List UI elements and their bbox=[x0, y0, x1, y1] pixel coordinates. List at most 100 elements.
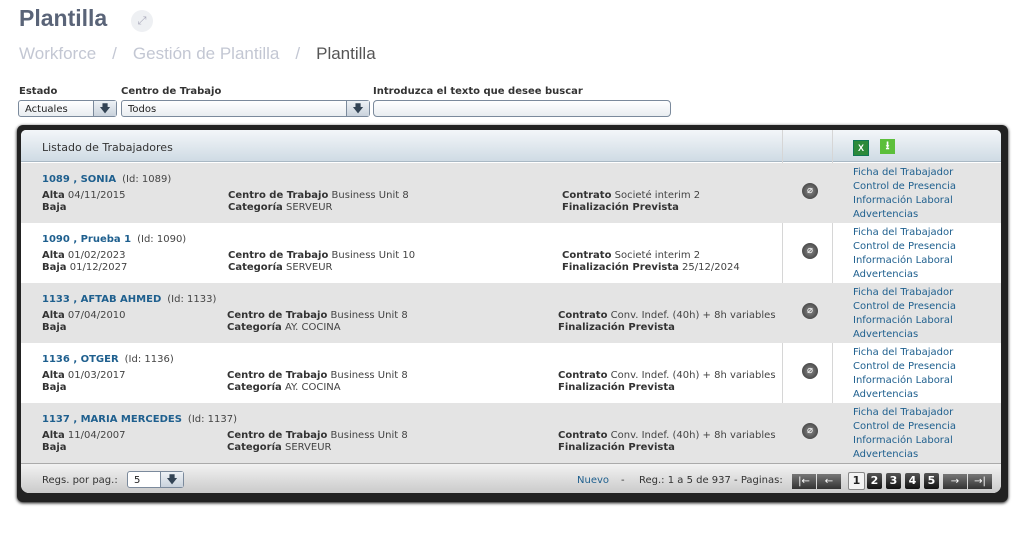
paperclip-icon[interactable]: ⌀ bbox=[802, 363, 818, 379]
page-1[interactable]: 1 bbox=[848, 472, 865, 490]
worker-id: (Id: 1133) bbox=[167, 294, 217, 305]
link-laboral[interactable]: Información Laboral bbox=[853, 314, 956, 328]
worker-id: (Id: 1089) bbox=[122, 174, 172, 185]
breadcrumb: Workforce / Gestión de Plantilla / Plantilla bbox=[19, 44, 376, 63]
alta-field: Alta 01/03/2017 bbox=[42, 370, 126, 381]
centro-value: Todos bbox=[128, 104, 157, 115]
download-icon[interactable]: ⭳ bbox=[880, 139, 895, 154]
link-advertencias[interactable]: Advertencias bbox=[853, 388, 956, 402]
baja-field: Baja bbox=[42, 322, 67, 333]
per-page-select[interactable]: 5 🡇 bbox=[127, 471, 184, 488]
link-advertencias[interactable]: Advertencias bbox=[853, 268, 956, 282]
centro-field: Centro de Trabajo Business Unit 10 bbox=[228, 250, 416, 261]
worker-name[interactable]: 1090 , Prueba 1 (Id: 1090) bbox=[42, 234, 186, 245]
excel-export-icon[interactable]: X bbox=[853, 140, 869, 156]
worker-id: (Id: 1137) bbox=[187, 414, 238, 425]
estado-label: Estado bbox=[19, 86, 58, 97]
table-row: 1089 , SONIA (Id: 1089) Alta 04/11/2015 B… bbox=[21, 163, 1001, 223]
worker-name-text[interactable]: 1137 , MARIA MERCEDES bbox=[42, 414, 182, 425]
centro-label: Centro de Trabajo bbox=[121, 86, 222, 97]
alta-field: Alta 11/04/2007 bbox=[42, 430, 126, 441]
link-presencia[interactable]: Control de Presencia bbox=[853, 180, 956, 194]
link-presencia[interactable]: Control de Presencia bbox=[853, 240, 956, 254]
link-advertencias[interactable]: Advertencias bbox=[853, 208, 956, 222]
chevron-down-icon[interactable]: 🡇 bbox=[160, 472, 183, 487]
link-laboral[interactable]: Información Laboral bbox=[853, 374, 956, 388]
worker-name[interactable]: 1133 , AFTAB AHMED (Id: 1133) bbox=[42, 294, 216, 305]
link-laboral[interactable]: Información Laboral bbox=[853, 194, 956, 208]
next-page-icon[interactable]: → bbox=[943, 474, 967, 489]
separator: - bbox=[621, 475, 625, 486]
categoria-field: Categoría AY. COCINA bbox=[227, 322, 341, 333]
link-ficha[interactable]: Ficha del Trabajador bbox=[853, 226, 956, 240]
centro-select[interactable]: Todos 🡇 bbox=[121, 100, 370, 117]
worker-name-text[interactable]: 1136 , OTGER bbox=[42, 354, 119, 365]
contrato-field: Contrato Conv. Indef. (40h) + 8h variabl… bbox=[558, 370, 776, 381]
worker-name-text[interactable]: 1090 , Prueba 1 bbox=[42, 234, 131, 245]
categoria-field: Categoría AY. COCINA bbox=[227, 382, 341, 393]
categoria-field: Categoría SERVEUR bbox=[227, 442, 332, 453]
worker-name-text[interactable]: 1133 , AFTAB AHMED bbox=[42, 294, 161, 305]
centro-field: Centro de Trabajo Business Unit 8 bbox=[227, 430, 408, 441]
link-ficha[interactable]: Ficha del Trabajador bbox=[853, 166, 956, 180]
breadcrumb-current: Plantilla bbox=[316, 44, 376, 63]
first-page-icon[interactable]: |← bbox=[792, 474, 816, 489]
link-laboral[interactable]: Información Laboral bbox=[853, 434, 956, 448]
worker-name[interactable]: 1089 , SONIA (Id: 1089) bbox=[42, 174, 171, 185]
link-presencia[interactable]: Control de Presencia bbox=[853, 360, 956, 374]
alta-field: Alta 07/04/2010 bbox=[42, 310, 126, 321]
table-row: 1136 , OTGER (Id: 1136) Alta 01/03/2017 B… bbox=[21, 343, 1001, 403]
paperclip-icon[interactable]: ⌀ bbox=[802, 423, 818, 439]
row-links: Ficha del Trabajador Control de Presenci… bbox=[853, 346, 956, 402]
list-header: Listado de Trabajadores X ⭳ bbox=[21, 130, 1001, 162]
paperclip-icon[interactable]: ⌀ bbox=[802, 303, 818, 319]
search-label: Introduzca el texto que desee buscar bbox=[373, 86, 583, 97]
contrato-field: Contrato Societé interim 2 bbox=[562, 250, 701, 261]
contrato-field: Contrato Conv. Indef. (40h) + 8h variabl… bbox=[558, 310, 776, 321]
link-ficha[interactable]: Ficha del Trabajador bbox=[853, 346, 956, 360]
baja-field: Baja bbox=[42, 442, 67, 453]
link-laboral[interactable]: Información Laboral bbox=[853, 254, 956, 268]
row-links: Ficha del Trabajador Control de Presenci… bbox=[853, 166, 956, 222]
nuevo-link[interactable]: Nuevo bbox=[577, 475, 609, 486]
page-2[interactable]: 2 bbox=[867, 473, 882, 489]
worker-name[interactable]: 1137 , MARIA MERCEDES (Id: 1137) bbox=[42, 414, 237, 425]
page-4[interactable]: 4 bbox=[905, 473, 920, 489]
centro-field: Centro de Trabajo Business Unit 8 bbox=[227, 370, 408, 381]
row-links: Ficha del Trabajador Control de Presenci… bbox=[853, 286, 956, 342]
table-row: 1133 , AFTAB AHMED (Id: 1133) Alta 07/04/… bbox=[21, 283, 1001, 343]
finalizacion-field: Finalización Prevista bbox=[558, 442, 675, 453]
estado-value: Actuales bbox=[25, 104, 68, 115]
link-advertencias[interactable]: Advertencias bbox=[853, 448, 956, 462]
last-page-icon[interactable]: →| bbox=[968, 474, 992, 489]
categoria-field: Categoría SERVEUR bbox=[228, 202, 333, 213]
breadcrumb-gestion[interactable]: Gestión de Plantilla bbox=[133, 44, 279, 63]
estado-select[interactable]: Actuales 🡇 bbox=[18, 100, 117, 117]
chevron-down-icon[interactable]: 🡇 bbox=[93, 101, 116, 116]
link-ficha[interactable]: Ficha del Trabajador bbox=[853, 406, 956, 420]
prev-page-icon[interactable]: ← bbox=[817, 474, 841, 489]
chevron-down-icon[interactable]: 🡇 bbox=[346, 101, 369, 116]
page-5[interactable]: 5 bbox=[924, 473, 939, 489]
baja-field: Baja bbox=[42, 382, 67, 393]
alta-field: Alta 01/02/2023 bbox=[42, 250, 126, 261]
worker-id: (Id: 1136) bbox=[124, 354, 174, 365]
link-presencia[interactable]: Control de Presencia bbox=[853, 300, 956, 314]
worker-id: (Id: 1090) bbox=[137, 234, 187, 245]
alta-field: Alta 04/11/2015 bbox=[42, 190, 126, 201]
search-input[interactable] bbox=[373, 100, 671, 117]
paperclip-icon[interactable]: ⌀ bbox=[802, 243, 818, 259]
link-ficha[interactable]: Ficha del Trabajador bbox=[853, 286, 956, 300]
link-advertencias[interactable]: Advertencias bbox=[853, 328, 956, 342]
link-presencia[interactable]: Control de Presencia bbox=[853, 420, 956, 434]
finalizacion-field: Finalización Prevista bbox=[562, 202, 679, 213]
contrato-field: Contrato Conv. Indef. (40h) + 8h variabl… bbox=[558, 430, 776, 441]
paperclip-icon[interactable]: ⌀ bbox=[802, 183, 818, 199]
worker-name-text[interactable]: 1089 , SONIA bbox=[42, 174, 116, 185]
breadcrumb-workforce[interactable]: Workforce bbox=[19, 44, 96, 63]
per-page-label: Regs. por pag.: bbox=[42, 475, 118, 486]
page-3[interactable]: 3 bbox=[886, 473, 901, 489]
worker-name[interactable]: 1136 , OTGER (Id: 1136) bbox=[42, 354, 174, 365]
row-links: Ficha del Trabajador Control de Presenci… bbox=[853, 406, 956, 462]
expand-icon[interactable]: ⤢ bbox=[131, 10, 153, 32]
